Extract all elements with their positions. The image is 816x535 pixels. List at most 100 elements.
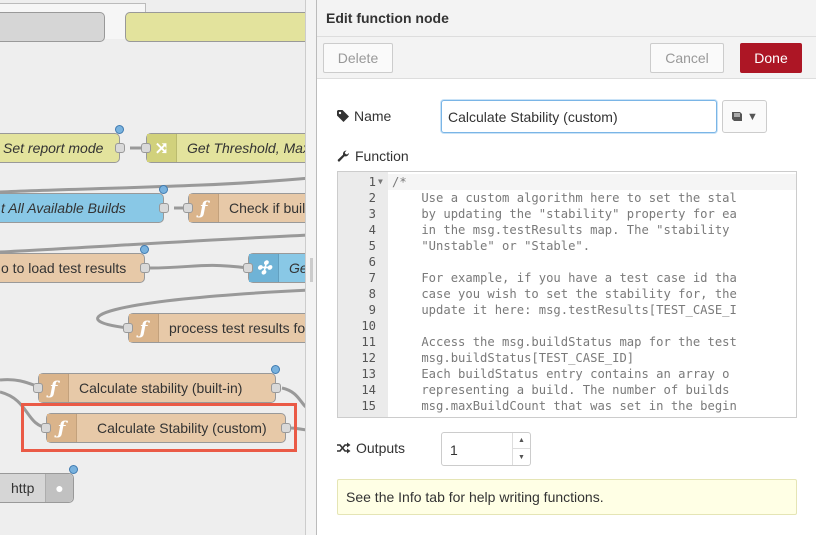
- puzzle-icon: ✣: [249, 254, 279, 282]
- code-editor[interactable]: 1 ▼/* 2 Use a custom algorithm here to set…: [337, 171, 797, 418]
- line-text: Use a custom algorithm here to set the s…: [392, 191, 737, 205]
- code-line: 11 Access the msg.buildStatus map for th…: [338, 334, 796, 350]
- outputs-value: 1: [450, 442, 458, 458]
- line-number: 3: [368, 207, 376, 221]
- node-label: http: [11, 480, 35, 496]
- code-line: 16: [338, 414, 796, 417]
- outputs-field-label: Outputs: [337, 440, 405, 456]
- code-line: 15 msg.maxBuildCount that was set in the…: [338, 398, 796, 414]
- input-port[interactable]: [183, 203, 193, 213]
- node-label: t All Available Builds: [1, 200, 126, 216]
- edit-tray: Edit function node Delete Cancel Done Na…: [316, 0, 816, 535]
- node-label: Get Threshold, Max: [187, 140, 310, 156]
- input-port[interactable]: [141, 143, 151, 153]
- outputs-label-text: Outputs: [356, 440, 406, 456]
- line-number: 7: [368, 271, 376, 285]
- spinner-buttons: ▲ ▼: [512, 433, 530, 465]
- flow-workspace[interactable]: 2 Set report mode ⤨ Get Threshold, Max t…: [0, 0, 316, 535]
- code-line: 1 ▼ /*: [338, 174, 796, 190]
- code-line: 4 in the msg.testResults map. The "stabi…: [338, 222, 796, 238]
- input-port[interactable]: [123, 323, 133, 333]
- line-text: /*: [392, 175, 407, 189]
- shuffle-icon: ⤨: [147, 134, 177, 162]
- output-port[interactable]: [115, 143, 125, 153]
- code-line: 13 Each buildStatus entry contains an ar…: [338, 366, 796, 382]
- line-text: update it here: msg.testResults[TEST_CAS…: [392, 303, 737, 317]
- code-line: 14 representing a build. The number of b…: [338, 382, 796, 398]
- line-number: 16: [338, 414, 376, 417]
- set-report-mode-node[interactable]: Set report mode: [0, 125, 125, 163]
- function-icon: ƒ: [39, 374, 69, 402]
- line-number: 5: [368, 239, 376, 253]
- spinner-up-icon[interactable]: ▲: [513, 433, 530, 449]
- node-label: Set report mode: [3, 140, 104, 156]
- output-port[interactable]: [159, 203, 169, 213]
- get-threshold-node[interactable]: ⤨ Get Threshold, Max: [141, 133, 316, 163]
- output-port[interactable]: [140, 263, 150, 273]
- help-tip: See the Info tab for help writing functi…: [337, 479, 797, 515]
- input-port[interactable]: [243, 263, 253, 273]
- code-line: 9 update it here: msg.testResults[TEST_C…: [338, 302, 796, 318]
- tray-header: Edit function node: [317, 0, 816, 37]
- status-indicator: [115, 125, 124, 134]
- globe-icon: ●: [45, 474, 73, 502]
- all-builds-node[interactable]: t All Available Builds: [0, 185, 169, 223]
- line-number: 10: [361, 319, 376, 333]
- code-line: 8 case you wish to set the stability for…: [338, 286, 796, 302]
- line-text: For example, if you have a test case id …: [392, 271, 737, 285]
- function-icon: ƒ: [189, 194, 219, 222]
- line-number: 12: [361, 351, 376, 365]
- tag-icon: [337, 110, 349, 122]
- done-button[interactable]: Done: [740, 43, 802, 73]
- node-label: process test results for: [169, 320, 310, 336]
- function-label-text: Function: [355, 148, 409, 164]
- code-line: 6: [338, 254, 796, 270]
- line-number: 11: [361, 335, 376, 349]
- line-number: 14: [361, 383, 376, 397]
- partial-node-top-change[interactable]: [125, 12, 316, 42]
- line-text: Each buildStatus entry contains an array…: [392, 367, 730, 381]
- calc-builtin-node[interactable]: ƒ Calculate stability (built-in): [33, 365, 281, 403]
- input-port[interactable]: [33, 383, 43, 393]
- line-text: by updating the "stability" property for…: [392, 207, 737, 221]
- node-label: o to load test results: [1, 260, 127, 276]
- status-indicator: [271, 365, 280, 374]
- name-field-label: Name: [337, 108, 391, 124]
- caret-down-icon: ▼: [747, 110, 758, 123]
- resize-grip: [310, 258, 313, 282]
- sidebar-resize-handle[interactable]: [305, 0, 316, 535]
- status-indicator: [159, 185, 168, 194]
- tray-title: Edit function node: [326, 10, 449, 26]
- process-results-node[interactable]: ƒ process test results for: [123, 313, 316, 343]
- line-number: 2: [368, 191, 376, 205]
- function-icon: ƒ: [129, 314, 159, 342]
- spinner-down-icon[interactable]: ▼: [513, 449, 530, 465]
- http-node[interactable]: http ●: [0, 465, 78, 503]
- line-number: 6: [368, 255, 376, 269]
- fold-arrow-icon[interactable]: ▼: [378, 174, 383, 190]
- code-line: 2 Use a custom algorithm here to set the…: [338, 190, 796, 206]
- code-line: 12 msg.buildStatus[TEST_CASE_ID]: [338, 350, 796, 366]
- function-field-label: Function: [337, 148, 409, 164]
- line-number: 15: [361, 399, 376, 413]
- status-indicator: [140, 245, 149, 254]
- line-text: "Unstable" or "Stable".: [392, 239, 591, 253]
- delete-button[interactable]: Delete: [323, 43, 393, 73]
- line-text: msg.buildStatus[TEST_CASE_ID]: [392, 351, 635, 365]
- tray-toolbar: Delete Cancel Done: [317, 37, 816, 79]
- check-build-node[interactable]: ƒ Check if build: [183, 193, 316, 223]
- code-line: 3 by updating the "stability" property f…: [338, 206, 796, 222]
- line-number: 9: [368, 303, 376, 317]
- line-number: 13: [361, 367, 376, 381]
- name-input[interactable]: [441, 100, 717, 133]
- partial-node-top-left[interactable]: [0, 12, 105, 42]
- load-results-node[interactable]: o to load test results: [0, 245, 150, 283]
- output-port[interactable]: [271, 383, 281, 393]
- name-label-text: Name: [354, 108, 392, 124]
- node-label: Check if build: [229, 200, 314, 216]
- code-line: 5 "Unstable" or "Stable".: [338, 238, 796, 254]
- cancel-button[interactable]: Cancel: [650, 43, 724, 73]
- outputs-spinner[interactable]: 1 ▲ ▼: [441, 432, 531, 466]
- line-number: 4: [368, 223, 376, 237]
- icon-picker-button[interactable]: ▼: [722, 100, 767, 133]
